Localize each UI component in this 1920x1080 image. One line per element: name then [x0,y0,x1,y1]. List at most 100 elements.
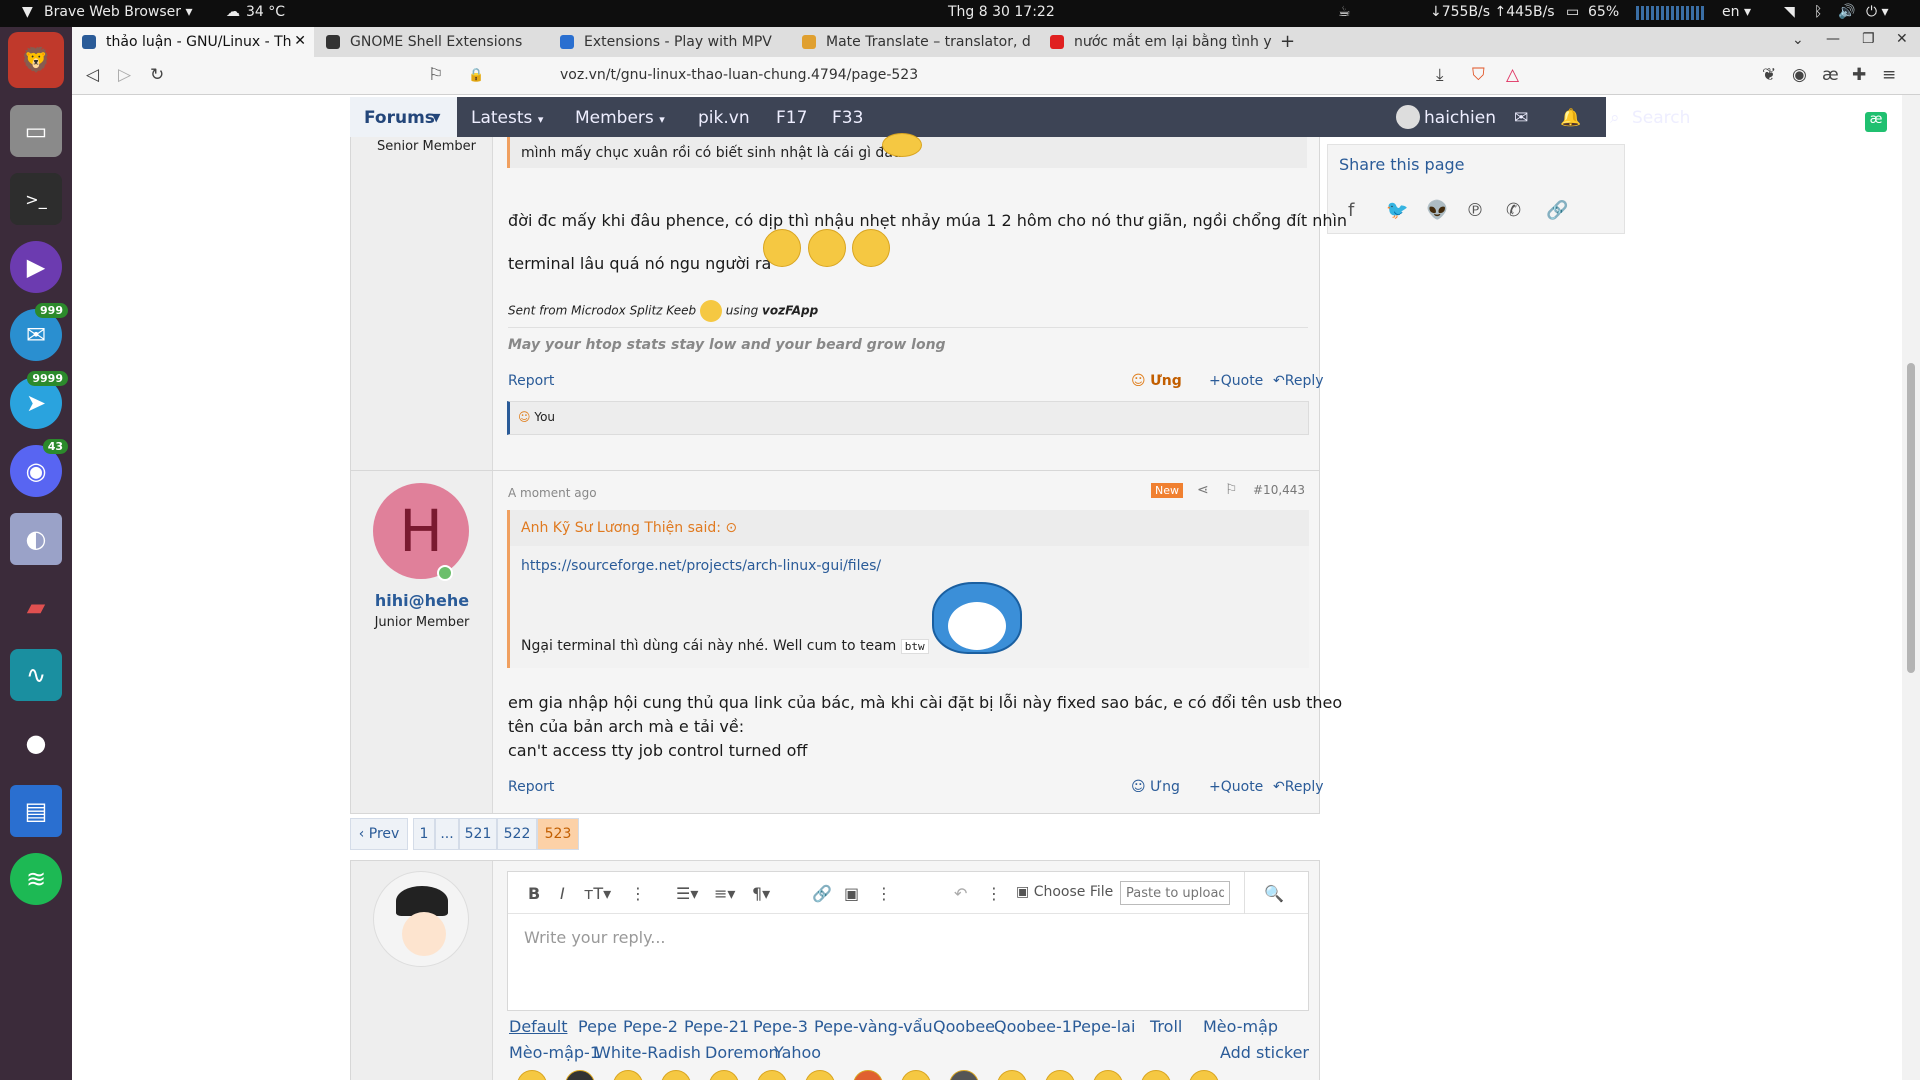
tab-search-icon[interactable]: ⌄ [1792,32,1804,48]
preview-icon[interactable]: 🔍 [1264,884,1284,903]
reply-button[interactable]: ↶Reply [1273,779,1324,795]
extensions-puzzle-icon[interactable]: ✚ [1852,65,1866,85]
bookmark-icon[interactable]: ⚐ [428,65,443,85]
pager-page-521[interactable]: 521 [459,818,497,850]
more-vertical-icon[interactable]: ⋮ [876,884,892,903]
anime-app-icon[interactable]: ◐ [10,513,62,565]
bluetooth-icon[interactable]: ᛒ [1814,4,1822,20]
net-speed[interactable]: ↓755B/s ↑445B/s [1430,4,1555,20]
whatsapp-icon[interactable]: ✆ [1506,200,1521,221]
nav-forums[interactable]: Forums ▼ [350,97,457,137]
sticker-tab-pepe[interactable]: Pepe [578,1017,617,1036]
pinterest-icon[interactable]: ℗ [1466,200,1484,221]
paste-upload-input[interactable] [1120,881,1230,905]
reload-icon[interactable]: ↻ [150,65,164,85]
sticker-preview[interactable] [1093,1070,1123,1080]
reddit-icon[interactable]: 👽 [1426,200,1448,221]
brave-icon[interactable]: 🦁 [8,32,64,88]
cpu-graph[interactable] [1636,6,1706,20]
reactions-bar[interactable]: ☺ You [507,401,1309,435]
user-avatar[interactable] [1396,105,1420,129]
align-icon[interactable]: ≡▾ [714,884,735,903]
pager-page-523[interactable]: 523 [537,818,579,850]
document-viewer-icon[interactable]: ▤ [10,785,62,837]
nav-members[interactable]: Members ▾ [575,108,665,128]
sticker-tab-m-o-m-p[interactable]: Mèo-mập [1203,1017,1278,1036]
sticker-preview[interactable] [949,1070,979,1080]
tab-gnome-extensions[interactable]: GNOME Shell Extensions [316,27,548,57]
extension-icon-2[interactable]: ◉ [1792,65,1807,85]
sticker-tab-troll[interactable]: Troll [1150,1017,1182,1036]
tab-youtube[interactable]: nước mắt em lại bằng tình y [1040,27,1272,57]
pager-ellipsis[interactable]: ... [435,818,459,850]
language-indicator[interactable]: en ▾ [1722,4,1751,20]
spotify-icon[interactable]: ≋ [10,853,62,905]
telegram-icon[interactable]: ➤ 9999 [10,371,68,429]
scrollbar-thumb[interactable] [1907,363,1915,673]
username[interactable]: hihi@hehe [351,591,493,610]
sticker-preview[interactable] [709,1070,739,1080]
system-monitor-icon[interactable]: ∿ [10,649,62,701]
tab-play-with-mpv[interactable]: Extensions - Play with MPV [550,27,790,57]
post-time[interactable]: A moment ago [508,486,597,500]
nav-latests[interactable]: Latests ▾ [471,108,543,128]
sticker-tab-qoobee[interactable]: Qoobee [933,1017,995,1036]
clock[interactable]: Thg 8 30 17:22 [948,4,1055,20]
sticker-preview[interactable] [853,1070,883,1080]
nav-pikvn[interactable]: pik.vn [698,108,750,128]
italic-icon[interactable]: I [560,884,565,903]
sticker-tab-qoobee-1[interactable]: Qoobee-1 [994,1017,1072,1036]
image-insert-icon[interactable]: ▣ [844,884,859,903]
choose-file-button[interactable]: ▣ Choose File [1016,884,1113,900]
sourceforge-link[interactable]: https://sourceforge.net/projects/arch-li… [521,558,881,574]
nav-search[interactable]: Search [1632,108,1690,128]
new-tab-icon[interactable]: + [1280,31,1295,52]
tab-mate-translate[interactable]: Mate Translate – translator, d [792,27,1038,57]
sticker-preview[interactable] [661,1070,691,1080]
sticker-tab-pepe-2[interactable]: Pepe-2 [623,1017,678,1036]
discord-icon[interactable]: ◉ 43 [10,439,68,497]
bell-icon[interactable]: 🔔 [1560,108,1581,128]
install-icon[interactable]: ⤓ [1436,65,1444,85]
files-icon[interactable]: ▭ [10,105,62,157]
link-insert-icon[interactable]: 🔗 [812,884,832,903]
reactions-list[interactable]: ☺ You [518,410,555,424]
sticker-tab-pepe-lai[interactable]: Pepe-lai [1072,1017,1135,1036]
sticker-preview[interactable] [997,1070,1027,1080]
url-field[interactable]: voz.vn/t/gnu-linux-thao-luan-chung.4794/… [560,67,918,83]
sticker-preview[interactable] [565,1070,595,1080]
sticker-preview[interactable] [517,1070,547,1080]
pager-page-1[interactable]: 1 [413,818,435,850]
penguin-app-icon[interactable]: ● [10,717,62,769]
react-button[interactable]: ☺ Ưng [1131,373,1182,389]
sticker-tab-m-o-m-p-1[interactable]: Mèo-mập-1 [509,1043,600,1062]
sticker-tab-pepe-21[interactable]: Pepe-21 [684,1017,749,1036]
sticker-tab-pepe-v-ng-v-u[interactable]: Pepe-vàng-vẩu [814,1017,933,1036]
inbox-icon[interactable]: ✉ [1514,108,1528,128]
paragraph-icon[interactable]: ¶▾ [752,884,770,903]
search-icon[interactable]: ⌕ [1610,108,1620,128]
add-sticker-link[interactable]: Add sticker [1220,1043,1309,1062]
nav-f33[interactable]: F33 [832,108,863,128]
browser-menu-icon[interactable]: ≡ [1882,65,1896,85]
sticker-tab-doremon[interactable]: Doremon [705,1043,779,1062]
more-vertical-icon[interactable]: ⋮ [986,884,1002,903]
quote-button[interactable]: +Quote [1209,779,1263,795]
mate-translate-page-icon[interactable]: æ [1865,112,1887,132]
sticker-tab-yahoo[interactable]: Yahoo [774,1043,821,1062]
sticker-preview[interactable] [1189,1070,1219,1080]
list-icon[interactable]: ☰▾ [676,884,698,903]
sticker-tab-white-radish[interactable]: White-Radish [595,1043,701,1062]
twitter-icon[interactable]: 🐦 [1386,200,1408,221]
brave-shields-icon[interactable]: ⛉ [1472,65,1485,85]
sticker-preview[interactable] [805,1070,835,1080]
quote-button[interactable]: +Quote [1209,373,1263,389]
sticker-preview[interactable] [1045,1070,1075,1080]
nav-f17[interactable]: F17 [776,108,807,128]
chevron-down-icon[interactable]: ▼ [432,111,440,124]
terminal-icon[interactable]: >_ [10,173,62,225]
brave-rewards-icon[interactable]: △ [1506,65,1519,85]
gpu-tool-icon[interactable]: ▰ [10,581,62,633]
media-player-icon[interactable]: ▶ [10,241,62,293]
extension-icon-1[interactable]: ❦ [1762,65,1776,85]
